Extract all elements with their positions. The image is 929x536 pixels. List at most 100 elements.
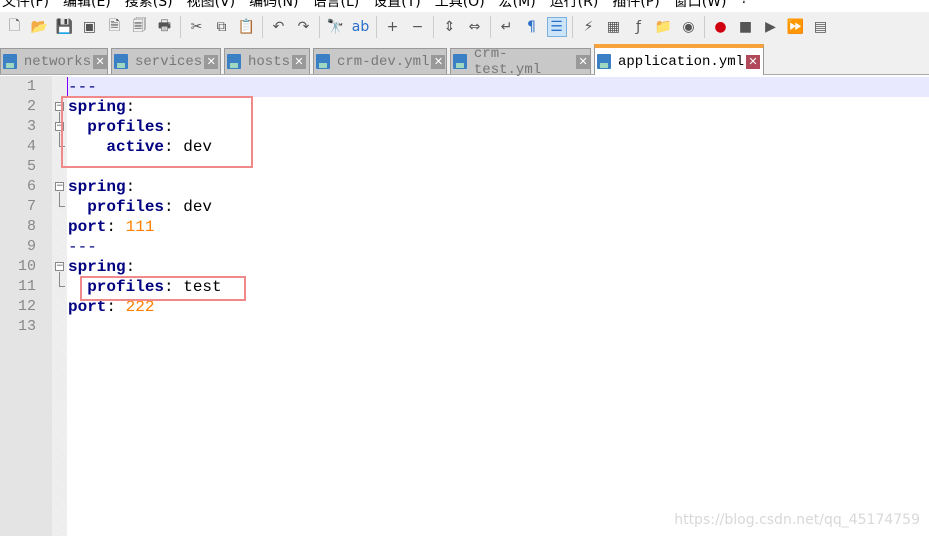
copy-button[interactable]: ⧉: [212, 17, 232, 37]
menu-item[interactable]: 文件(F): [2, 0, 49, 10]
undo-icon: ↶: [272, 19, 285, 35]
close-tab-icon[interactable]: ✕: [746, 54, 761, 69]
toolbar-separator: [376, 16, 377, 38]
close-tab-icon[interactable]: ✕: [292, 54, 307, 69]
zoom-in-button[interactable]: +: [383, 17, 403, 37]
print-button[interactable]: 🖶: [155, 17, 175, 37]
close-tab-icon[interactable]: ✕: [204, 54, 219, 69]
close-tab-icon[interactable]: ✕: [93, 54, 107, 69]
monitor-button[interactable]: ◉: [679, 17, 699, 37]
record-macro-icon: ●: [714, 19, 727, 35]
close-button[interactable]: 🗎: [105, 17, 125, 37]
print-icon: 🖶: [157, 18, 172, 34]
doc-map-button[interactable]: ▦: [604, 17, 624, 37]
close-tab-icon[interactable]: ✕: [576, 54, 590, 69]
play-macro-button[interactable]: ▶: [761, 17, 781, 37]
cut-button[interactable]: ✂: [187, 17, 207, 37]
yaml-text: :: [125, 258, 136, 276]
indent-guide-button[interactable]: ☰: [546, 17, 567, 37]
fold-collapse-icon[interactable]: −: [55, 182, 64, 191]
menu-item[interactable]: 视图(V): [187, 0, 236, 10]
open-file-button[interactable]: 📂: [30, 17, 50, 37]
yaml-key: profiles: [87, 198, 165, 216]
code-line[interactable]: profiles: dev: [68, 197, 212, 217]
menu-item[interactable]: 工具(O): [435, 0, 485, 10]
code-line[interactable]: ---: [68, 237, 97, 257]
fold-collapse-icon[interactable]: −: [55, 262, 64, 271]
close-all-icon: 🗐: [132, 18, 147, 34]
toolbar-separator: [490, 16, 491, 38]
yaml-number: 111: [125, 218, 155, 236]
tab-hosts[interactable]: hosts ✕: [224, 48, 310, 74]
zoom-out-icon: −: [411, 19, 424, 35]
tab-networks[interactable]: networks ✕: [0, 48, 108, 74]
stop-record-button[interactable]: ■: [736, 17, 756, 37]
tab-application-yml[interactable]: application.yml ✕: [594, 44, 764, 75]
menu-item[interactable]: ?: [741, 0, 748, 9]
save-macro-button[interactable]: ▤: [811, 17, 831, 37]
toolbar-separator: [262, 16, 263, 38]
monitor-icon: ◉: [682, 19, 695, 35]
toolbar-separator: [319, 16, 320, 38]
menu-item[interactable]: 插件(P): [612, 0, 659, 10]
paste-icon: 📋: [237, 19, 256, 35]
fold-end: [59, 286, 65, 287]
new-file-button[interactable]: 🗋: [5, 17, 25, 37]
replace-button[interactable]: ab: [351, 17, 371, 37]
tab-label: crm-dev.yml: [337, 53, 430, 70]
menu-item[interactable]: 编码(N): [249, 0, 298, 10]
menu-item[interactable]: 编辑(E): [63, 0, 111, 10]
undo-button[interactable]: ↶: [269, 17, 289, 37]
zoom-out-button[interactable]: −: [408, 17, 428, 37]
function-list-button[interactable]: ƒ: [629, 17, 649, 37]
menu-item[interactable]: 运行(R): [550, 0, 599, 10]
close-all-button[interactable]: 🗐: [130, 17, 150, 37]
line-number: 3: [26, 118, 36, 135]
save-all-button[interactable]: ▣: [80, 17, 100, 37]
toolbar: 🗋 📂 💾 ▣ 🗎 🗐 🖶 ✂ ⧉ 📋 ↶ ↷ 🔭 ab + − ⇕ ⇔ ↵ ¶ ☰ ⚡ ▦ ƒ 📁 ◉ ● ■ ▶ ⏩ ▤: [0, 12, 929, 42]
menu-item[interactable]: 设置(T): [373, 0, 420, 10]
word-wrap-button[interactable]: ↵: [497, 17, 517, 37]
show-all-chars-button[interactable]: ¶: [522, 17, 542, 37]
yaml-key: spring: [68, 178, 126, 196]
code-line[interactable]: ---: [68, 77, 97, 97]
redo-button[interactable]: ↷: [294, 17, 314, 37]
toolbar-separator: [433, 16, 434, 38]
code-line[interactable]: port: 111: [68, 217, 154, 237]
tab-crm-dev-yml[interactable]: crm-dev.yml ✕: [313, 48, 447, 74]
tab-label: application.yml: [618, 53, 745, 70]
code-line[interactable]: spring:: [68, 177, 135, 197]
yaml-text: : dev: [164, 198, 213, 216]
tab-crm-test-yml[interactable]: crm-test.yml ✕: [450, 46, 591, 78]
paste-button[interactable]: 📋: [237, 17, 257, 37]
menu-item[interactable]: 搜索(S): [125, 0, 173, 10]
folder-workspace-button[interactable]: 📁: [654, 17, 674, 37]
tab-label: services: [135, 53, 203, 70]
yaml-text: :: [125, 178, 136, 196]
toolbar-separator: [572, 16, 573, 38]
save-status-icon: [597, 54, 611, 69]
save-status-icon: [316, 54, 330, 69]
menu-item[interactable]: 窗口(W): [674, 0, 727, 10]
sync-vertical-button[interactable]: ⇕: [440, 17, 460, 37]
menu-item[interactable]: 语言(L): [313, 0, 360, 10]
sync-horizontal-button[interactable]: ⇔: [465, 17, 485, 37]
find-button[interactable]: 🔭: [326, 17, 346, 37]
annotation-box: [80, 276, 246, 301]
line-number: 9: [26, 238, 36, 255]
save-status-icon: [114, 54, 128, 69]
menu-item[interactable]: 宏(M): [499, 0, 536, 10]
udl-button[interactable]: ⚡: [579, 17, 599, 37]
line-number: 1: [26, 78, 36, 95]
editor[interactable]: 1 2 3 4 5 6 7 8 9 10 11 12 13 --- spring: profiles: a…: [0, 76, 929, 536]
run-macro-multiple-button[interactable]: ⏩: [786, 17, 806, 37]
tab-services[interactable]: services ✕: [111, 48, 221, 74]
record-macro-button[interactable]: ●: [711, 17, 731, 37]
yaml-text: :: [106, 218, 126, 236]
new-file-icon: 🗋: [8, 18, 21, 34]
line-number: 13: [17, 318, 36, 335]
code-line[interactable]: spring:: [68, 257, 135, 277]
save-button[interactable]: 💾: [55, 17, 75, 37]
close-tab-icon[interactable]: ✕: [431, 54, 446, 69]
stop-record-icon: ■: [738, 19, 753, 35]
